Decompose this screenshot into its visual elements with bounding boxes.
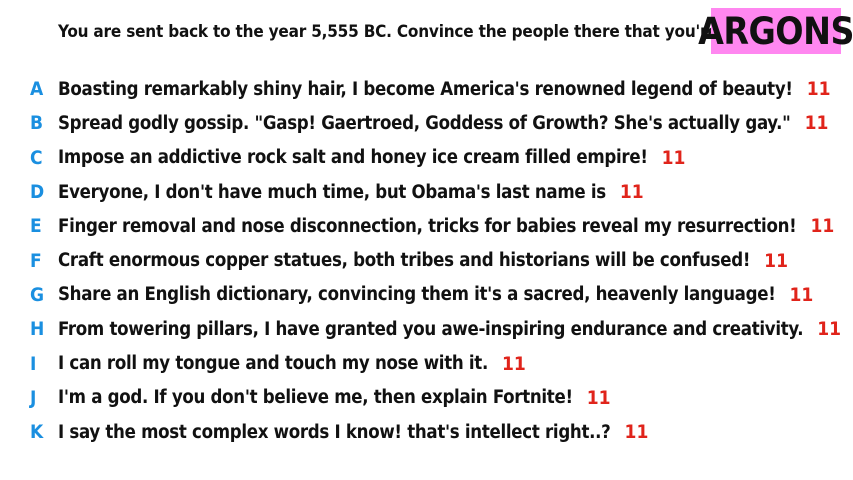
answer-letter: E [30,215,42,238]
answer-letter: K [30,421,44,444]
answer-text: Everyone, I don't have much time, but Ob… [58,181,606,203]
answer-item-f[interactable]: F Craft enormous copper statues, both tri… [0,243,853,277]
answer-score: 11 [619,181,644,204]
answer-text: Finger removal and nose disconnection, t… [58,215,797,237]
answer-item-j[interactable]: J I'm a god. If you don't believe me, the… [0,381,853,415]
answer-content: Craft enormous copper statues, both trib… [58,250,788,272]
answer-letter: I [30,352,37,375]
answer-content: Spread godly gossip. "Gasp! Gaertroed, G… [58,112,828,134]
answer-score: 11 [661,146,686,169]
answer-letter: B [30,112,44,135]
answer-content: Finger removal and nose disconnection, t… [58,215,834,237]
answer-text: From towering pillars, I have granted yo… [58,318,804,340]
answer-text: I can roll my tongue and touch my nose w… [58,353,488,375]
answer-letter: J [30,386,37,409]
answer-letter: G [30,283,45,306]
answer-content: I'm a god. If you don't believe me, then… [58,387,611,409]
answer-letter: C [30,146,43,169]
answer-item-i[interactable]: I I can roll my tongue and touch my nose … [0,346,853,380]
answer-content: I can roll my tongue and touch my nose w… [58,353,526,375]
answer-text: Impose an addictive rock salt and honey … [58,147,648,169]
answer-score: 11 [810,215,835,238]
answer-content: Everyone, I don't have much time, but Ob… [58,181,644,203]
answer-content: Boasting remarkably shiny hair, I become… [58,78,830,100]
answer-item-k[interactable]: K I say the most complex words I know! th… [0,415,853,449]
answer-item-g[interactable]: G Share an English dictionary, convincing… [0,278,853,312]
answer-item-d[interactable]: D Everyone, I don't have much time, but O… [0,175,853,209]
answer-text: I say the most complex words I know! tha… [58,421,611,443]
answer-item-a[interactable]: A Boasting remarkably shiny hair, I becom… [0,72,853,106]
prompt-text: You are sent back to the year 5,555 BC. … [58,22,776,42]
answer-letter: A [30,78,44,101]
answer-text: Spread godly gossip. "Gasp! Gaertroed, G… [58,112,791,134]
answer-content: Impose an addictive rock salt and honey … [58,147,685,169]
answer-letter: H [30,318,45,341]
answer-score: 11 [789,283,814,306]
answer-score: 11 [804,112,829,135]
answer-content: From towering pillars, I have granted yo… [58,318,841,340]
answer-item-e[interactable]: E Finger removal and nose disconnection, … [0,209,853,243]
answer-content: I say the most complex words I know! tha… [58,421,648,443]
answer-content: Share an English dictionary, convincing … [58,284,813,306]
answer-list: A Boasting remarkably shiny hair, I becom… [0,72,853,449]
answer-text: I'm a god. If you don't believe me, then… [58,387,573,409]
answer-letter: D [30,181,45,204]
brand-logo: ARGONS [698,8,853,54]
answer-score: 11 [806,78,831,101]
answer-score: 11 [764,249,788,272]
answer-item-b[interactable]: B Spread godly gossip. "Gasp! Gaertroed, … [0,106,853,140]
answer-text: Boasting remarkably shiny hair, I become… [58,78,793,100]
answer-item-h[interactable]: H From towering pillars, I have granted y… [0,312,853,346]
answer-letter: F [30,249,42,272]
answer-text: Craft enormous copper statues, both trib… [58,250,751,272]
answer-text: Share an English dictionary, convincing … [58,284,776,306]
answer-score: 11 [586,386,611,409]
answer-item-c[interactable]: C Impose an addictive rock salt and honey… [0,141,853,175]
answer-score: 11 [624,421,649,444]
answer-score: 11 [501,352,526,375]
answer-score: 11 [817,318,842,341]
